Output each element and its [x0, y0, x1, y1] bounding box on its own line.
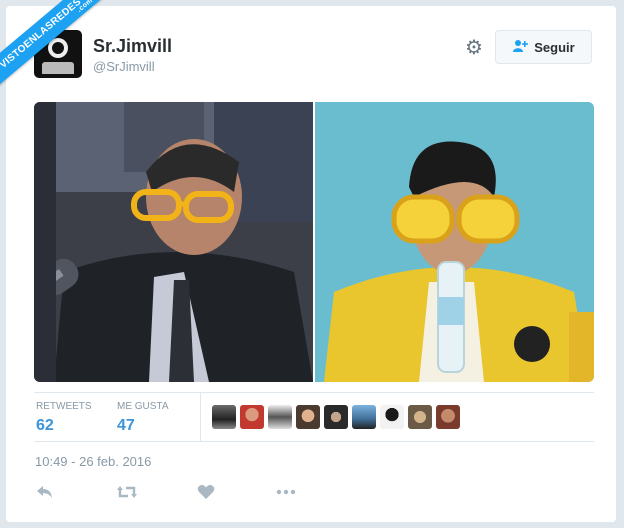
photo-left[interactable]	[34, 102, 313, 382]
retweets-count: 62	[36, 417, 54, 434]
liker-avatar[interactable]	[268, 405, 292, 429]
liker-avatar[interactable]	[408, 405, 432, 429]
tweet-timestamp[interactable]: 10:49 - 26 feb. 2016	[35, 454, 151, 469]
avatar-dot	[52, 42, 64, 54]
stats-divider	[200, 393, 201, 441]
liker-avatar[interactable]	[324, 405, 348, 429]
likes-stat[interactable]: ME GUSTA 47	[117, 401, 168, 435]
more-icon[interactable]	[275, 484, 297, 505]
liker-avatar[interactable]	[240, 405, 264, 429]
retweet-icon[interactable]	[116, 484, 138, 505]
liker-avatar[interactable]	[436, 405, 460, 429]
photo-right[interactable]	[315, 102, 594, 382]
liker-avatar[interactable]	[212, 405, 236, 429]
tweet-actions	[34, 484, 334, 504]
heart-icon[interactable]	[197, 484, 215, 505]
tweet-card: Sr.Jimvill @SrJimvill ⚙ Seguir RETWEETS …	[6, 6, 616, 522]
tweet-media[interactable]	[34, 102, 594, 382]
liker-avatar[interactable]	[296, 405, 320, 429]
gear-icon[interactable]: ⚙	[462, 36, 486, 60]
avatar-base	[42, 62, 74, 74]
user-handle[interactable]: @SrJimvill	[93, 59, 155, 74]
engagement-stats: RETWEETS 62 ME GUSTA 47	[34, 392, 594, 442]
liker-avatars	[212, 405, 460, 429]
likes-count: 47	[117, 417, 135, 434]
likes-label: ME GUSTA	[117, 401, 169, 412]
follow-button[interactable]: Seguir	[495, 30, 592, 64]
liker-avatar[interactable]	[352, 405, 376, 429]
retweets-stat[interactable]: RETWEETS 62	[36, 401, 92, 435]
display-name[interactable]: Sr.Jimvill	[93, 36, 172, 57]
retweets-label: RETWEETS	[36, 401, 92, 412]
reply-icon[interactable]	[36, 484, 54, 505]
add-user-icon	[512, 39, 529, 56]
follow-label: Seguir	[534, 39, 575, 55]
liker-avatar[interactable]	[380, 405, 404, 429]
